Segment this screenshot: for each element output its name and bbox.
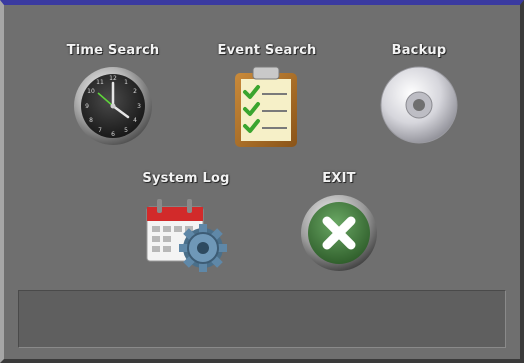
svg-text:3: 3 xyxy=(137,103,141,110)
status-bar xyxy=(18,290,506,348)
disc-icon xyxy=(380,66,458,144)
exit-label: EXIT xyxy=(322,171,356,186)
svg-text:10: 10 xyxy=(87,88,95,95)
exit-button[interactable]: EXIT xyxy=(274,171,404,273)
status-text xyxy=(19,291,505,303)
calendar-gear-icon xyxy=(146,199,227,272)
event-search-button[interactable]: Event Search xyxy=(202,43,332,149)
time-search-button[interactable]: Time Search 12 1 2 345 678 9 10 11 xyxy=(48,43,178,147)
svg-text:11: 11 xyxy=(96,79,104,86)
svg-text:2: 2 xyxy=(133,88,137,95)
close-icon xyxy=(301,195,377,271)
svg-text:6: 6 xyxy=(111,131,115,138)
system-log-label: System Log xyxy=(142,171,230,186)
checklist-icon xyxy=(235,66,297,147)
svg-text:1: 1 xyxy=(124,79,128,86)
svg-text:12: 12 xyxy=(109,75,117,82)
time-search-label: Time Search xyxy=(66,43,160,58)
event-search-label: Event Search xyxy=(217,43,317,58)
svg-text:5: 5 xyxy=(124,127,128,134)
svg-text:7: 7 xyxy=(98,127,102,134)
backup-button[interactable]: Backup xyxy=(354,43,484,145)
search-menu-screen: Time Search 12 1 2 345 678 9 10 11 Event… xyxy=(0,0,524,363)
svg-text:4: 4 xyxy=(133,117,137,124)
clock-icon: 1212 345 678 91011 xyxy=(74,67,152,145)
system-log-button[interactable]: System Log xyxy=(121,171,251,273)
svg-text:9: 9 xyxy=(85,103,89,110)
backup-label: Backup xyxy=(391,43,447,58)
svg-text:8: 8 xyxy=(89,117,93,124)
